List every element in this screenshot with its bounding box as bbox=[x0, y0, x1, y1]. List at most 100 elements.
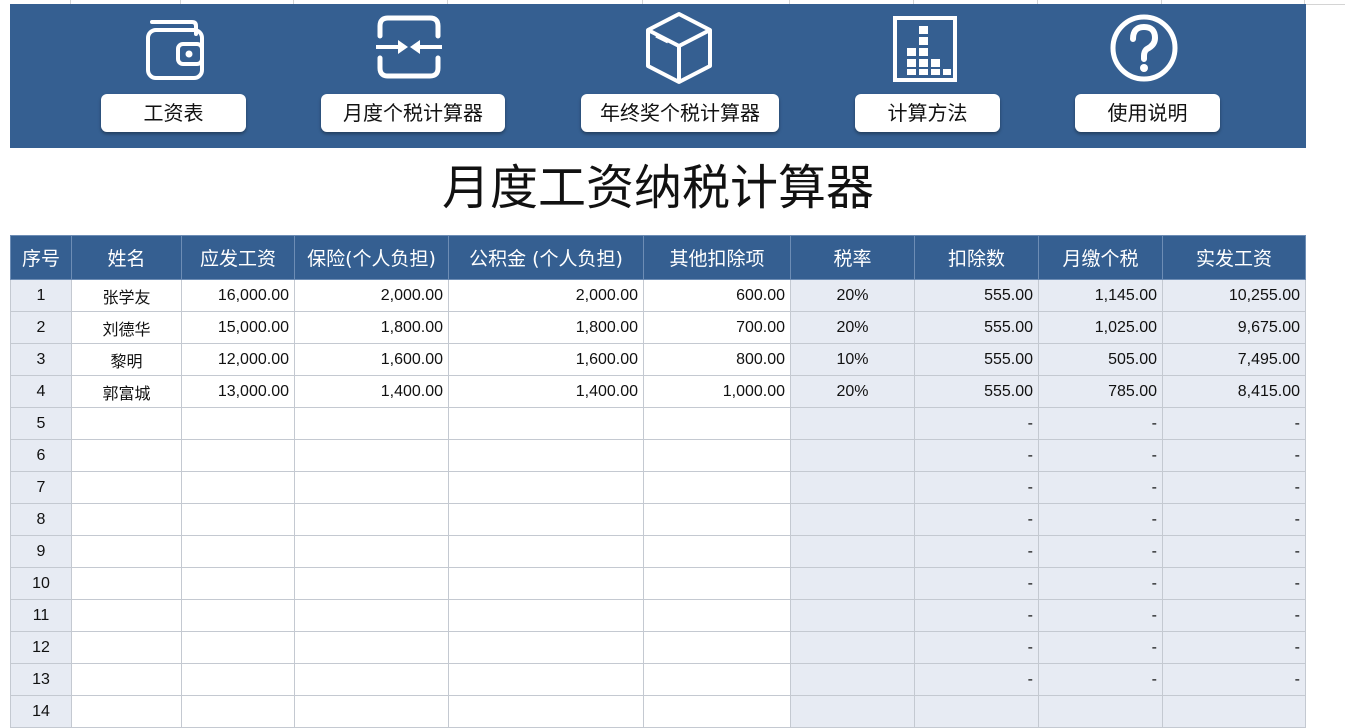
cell-net-salary[interactable]: - bbox=[1162, 567, 1306, 600]
cell-insurance[interactable] bbox=[294, 503, 449, 536]
wallet-icon[interactable] bbox=[140, 10, 210, 86]
cell-housing-fund[interactable] bbox=[448, 567, 644, 600]
cell-housing-fund[interactable]: 1,800.00 bbox=[448, 311, 644, 344]
cell-name[interactable]: 黎明 bbox=[71, 343, 182, 376]
cell-other-deductions[interactable] bbox=[643, 503, 791, 536]
nav-button-instructions[interactable]: 使用说明 bbox=[1075, 94, 1220, 132]
cell-quick-deduction[interactable]: - bbox=[914, 567, 1039, 600]
cell-index[interactable]: 2 bbox=[10, 311, 72, 344]
cell-housing-fund[interactable] bbox=[448, 695, 644, 728]
cell-monthly-tax[interactable]: - bbox=[1038, 663, 1163, 696]
cell-gross-salary[interactable]: 15,000.00 bbox=[181, 311, 295, 344]
cell-monthly-tax[interactable] bbox=[1038, 695, 1163, 728]
cell-name[interactable] bbox=[71, 663, 182, 696]
cell-tax-rate[interactable] bbox=[790, 631, 915, 664]
cell-index[interactable]: 10 bbox=[10, 567, 72, 600]
header-net-salary[interactable]: 实发工资 bbox=[1162, 235, 1306, 280]
cell-housing-fund[interactable] bbox=[448, 439, 644, 472]
cell-gross-salary[interactable]: 16,000.00 bbox=[181, 279, 295, 312]
cell-net-salary[interactable]: - bbox=[1162, 631, 1306, 664]
cell-quick-deduction[interactable]: - bbox=[914, 471, 1039, 504]
cell-other-deductions[interactable] bbox=[643, 567, 791, 600]
cell-tax-rate[interactable] bbox=[790, 695, 915, 728]
cell-gross-salary[interactable]: 12,000.00 bbox=[181, 343, 295, 376]
cell-name[interactable] bbox=[71, 439, 182, 472]
question-circle-icon[interactable] bbox=[1109, 10, 1179, 86]
cell-name[interactable] bbox=[71, 631, 182, 664]
header-gross-salary[interactable]: 应发工资 bbox=[181, 235, 295, 280]
cell-name[interactable] bbox=[71, 599, 182, 632]
cell-quick-deduction[interactable]: 555.00 bbox=[914, 311, 1039, 344]
cell-quick-deduction[interactable]: - bbox=[914, 439, 1039, 472]
cell-gross-salary[interactable] bbox=[181, 439, 295, 472]
cell-monthly-tax[interactable]: - bbox=[1038, 471, 1163, 504]
cell-tax-rate[interactable]: 20% bbox=[790, 311, 915, 344]
cell-quick-deduction[interactable]: - bbox=[914, 503, 1039, 536]
cell-other-deductions[interactable] bbox=[643, 631, 791, 664]
cell-tax-rate[interactable]: 20% bbox=[790, 375, 915, 408]
cell-index[interactable]: 6 bbox=[10, 439, 72, 472]
cell-monthly-tax[interactable]: - bbox=[1038, 631, 1163, 664]
cell-insurance[interactable]: 1,600.00 bbox=[294, 343, 449, 376]
cell-gross-salary[interactable] bbox=[181, 471, 295, 504]
cell-index[interactable]: 13 bbox=[10, 663, 72, 696]
cell-gross-salary[interactable]: 13,000.00 bbox=[181, 375, 295, 408]
cell-housing-fund[interactable] bbox=[448, 503, 644, 536]
cell-monthly-tax[interactable]: - bbox=[1038, 407, 1163, 440]
cell-insurance[interactable] bbox=[294, 535, 449, 568]
cell-insurance[interactable] bbox=[294, 663, 449, 696]
header-other-deductions[interactable]: 其他扣除项 bbox=[643, 235, 791, 280]
cell-quick-deduction[interactable]: - bbox=[914, 631, 1039, 664]
header-monthly-tax[interactable]: 月缴个税 bbox=[1038, 235, 1163, 280]
cell-name[interactable] bbox=[71, 535, 182, 568]
cell-tax-rate[interactable]: 20% bbox=[790, 279, 915, 312]
cell-monthly-tax[interactable]: 1,145.00 bbox=[1038, 279, 1163, 312]
cell-index[interactable]: 7 bbox=[10, 471, 72, 504]
cell-gross-salary[interactable] bbox=[181, 695, 295, 728]
cell-insurance[interactable] bbox=[294, 631, 449, 664]
cell-tax-rate[interactable] bbox=[790, 663, 915, 696]
cell-net-salary[interactable]: - bbox=[1162, 439, 1306, 472]
cell-other-deductions[interactable]: 800.00 bbox=[643, 343, 791, 376]
cell-other-deductions[interactable] bbox=[643, 695, 791, 728]
cell-gross-salary[interactable] bbox=[181, 567, 295, 600]
cell-name[interactable] bbox=[71, 407, 182, 440]
nav-button-calculation-method[interactable]: 计算方法 bbox=[855, 94, 1000, 132]
cell-gross-salary[interactable] bbox=[181, 535, 295, 568]
cell-quick-deduction[interactable]: 555.00 bbox=[914, 279, 1039, 312]
cell-housing-fund[interactable] bbox=[448, 407, 644, 440]
cell-net-salary[interactable]: 7,495.00 bbox=[1162, 343, 1306, 376]
cell-housing-fund[interactable] bbox=[448, 663, 644, 696]
bar-blocks-icon[interactable] bbox=[890, 10, 960, 86]
header-housing-fund[interactable]: 公积金 (个人负担) bbox=[448, 235, 644, 280]
cell-other-deductions[interactable] bbox=[643, 439, 791, 472]
cell-quick-deduction[interactable]: 555.00 bbox=[914, 375, 1039, 408]
exchange-arrows-icon[interactable] bbox=[374, 10, 444, 86]
cell-net-salary[interactable]: 9,675.00 bbox=[1162, 311, 1306, 344]
cell-other-deductions[interactable] bbox=[643, 663, 791, 696]
cell-net-salary[interactable]: - bbox=[1162, 535, 1306, 568]
cell-net-salary[interactable]: - bbox=[1162, 663, 1306, 696]
cell-tax-rate[interactable] bbox=[790, 407, 915, 440]
cell-tax-rate[interactable] bbox=[790, 535, 915, 568]
cell-insurance[interactable] bbox=[294, 471, 449, 504]
cell-monthly-tax[interactable]: - bbox=[1038, 567, 1163, 600]
cell-name[interactable] bbox=[71, 695, 182, 728]
cell-other-deductions[interactable] bbox=[643, 599, 791, 632]
box-icon[interactable] bbox=[644, 10, 714, 86]
cell-insurance[interactable]: 2,000.00 bbox=[294, 279, 449, 312]
header-quick-deduction[interactable]: 扣除数 bbox=[914, 235, 1039, 280]
cell-net-salary[interactable]: 8,415.00 bbox=[1162, 375, 1306, 408]
cell-gross-salary[interactable] bbox=[181, 663, 295, 696]
cell-quick-deduction[interactable]: - bbox=[914, 407, 1039, 440]
cell-insurance[interactable] bbox=[294, 407, 449, 440]
cell-insurance[interactable] bbox=[294, 567, 449, 600]
cell-quick-deduction[interactable] bbox=[914, 695, 1039, 728]
cell-other-deductions[interactable] bbox=[643, 471, 791, 504]
cell-index[interactable]: 11 bbox=[10, 599, 72, 632]
cell-quick-deduction[interactable]: - bbox=[914, 599, 1039, 632]
cell-insurance[interactable] bbox=[294, 695, 449, 728]
cell-index[interactable]: 12 bbox=[10, 631, 72, 664]
cell-index[interactable]: 14 bbox=[10, 695, 72, 728]
cell-index[interactable]: 4 bbox=[10, 375, 72, 408]
